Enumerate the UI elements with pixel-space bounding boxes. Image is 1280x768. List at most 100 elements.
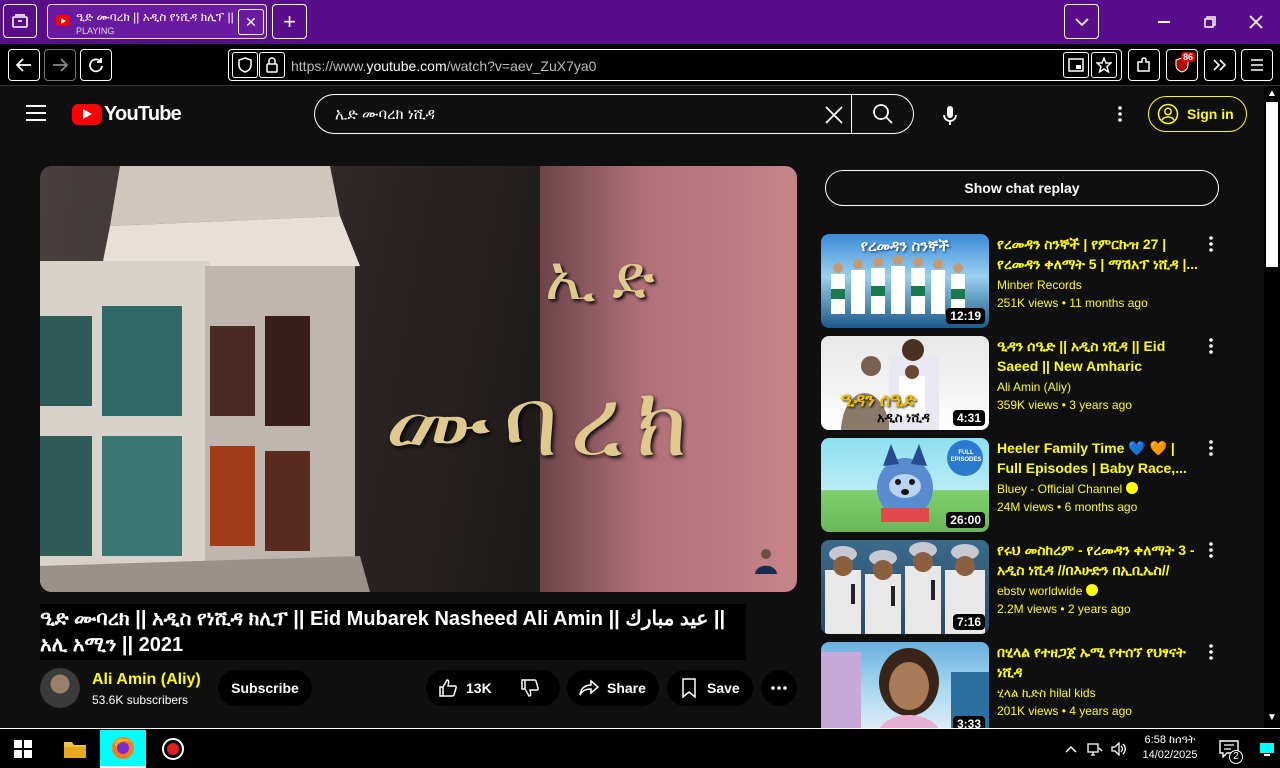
video-title[interactable]: የረመዳን ስንኞች | የምርኩዝ 27 | የረመዳን ቀለማት 5 | ማ…	[997, 234, 1201, 274]
dislike-button[interactable]	[516, 678, 540, 698]
action-menu-button[interactable]	[1203, 438, 1219, 458]
browser-nav-bar: https://www.youtube.com/watch?v=aev_ZuX7…	[0, 44, 1280, 86]
double-chevron-right-icon	[1213, 59, 1227, 71]
action-menu-button[interactable]	[1203, 540, 1219, 560]
video-thumbnail[interactable]: የረመዳን ስንኞች 12:19	[821, 234, 989, 328]
tab-youtube[interactable]: ዒድ ሙባረክ || አዲስ የነሺዳ ክሊፕ || Eid Mubarek N…	[47, 4, 267, 39]
app-menu-button[interactable]	[1241, 49, 1273, 81]
recommended-video[interactable]: 7:16 የሩህ መስከረም - የረመዳን ቀለማት 3 - አዲስ ነሺዳ …	[821, 540, 1251, 634]
taskbar-file-explorer[interactable]	[52, 730, 98, 768]
forward-button[interactable]	[44, 49, 76, 81]
overlay-text-line2: ሙባረክ	[385, 366, 700, 478]
network-status-icon[interactable]	[1084, 730, 1106, 768]
minimize-window-button[interactable]	[1141, 0, 1187, 44]
channel-name[interactable]: Ali Amin (Aliy)	[997, 380, 1071, 394]
channel-name[interactable]: ebstv worldwide	[997, 584, 1099, 598]
shield-icon	[238, 57, 252, 73]
restore-window-button[interactable]	[1187, 0, 1233, 44]
video-duration: 4:31	[952, 410, 985, 426]
sign-in-button[interactable]: Sign in	[1148, 96, 1247, 132]
channel-name[interactable]: Minber Records	[997, 278, 1082, 292]
recommended-video[interactable]: ዒዳን ሰዒድ አዲስ ነሺዳ 4:31 ዒዳን ሰዒድ || አዲስ ነሺዳ …	[821, 336, 1251, 430]
youtube-wordmark: YouTube	[104, 102, 182, 125]
channel-name[interactable]: Ali Amin (Aliy)	[92, 671, 201, 689]
channel-watermark[interactable]	[752, 546, 780, 574]
video-title[interactable]: የሩህ መስከረም - የረመዳን ቀለማት 3 - አዲስ ነሺዳ //በእሁ…	[997, 540, 1201, 580]
video-thumbnail[interactable]: FULL EPISODES 26:00	[821, 438, 989, 532]
notification-count: 2	[1229, 750, 1243, 764]
taskbar-recorder[interactable]	[150, 730, 196, 768]
close-tab-icon[interactable]: ✕	[238, 9, 264, 35]
show-desktop-button[interactable]	[1256, 730, 1278, 768]
video-title[interactable]: Heeler Family Time 💙 🧡 | Full Episodes |…	[997, 438, 1201, 478]
video-thumbnail[interactable]: ዒዳን ሰዒድ አዲስ ነሺዳ 4:31	[821, 336, 989, 430]
volume-icon[interactable]	[1108, 730, 1130, 768]
picture-in-picture-button[interactable]	[1063, 52, 1089, 78]
list-all-tabs-button[interactable]	[1064, 4, 1099, 39]
tab-list-icon	[12, 14, 28, 28]
video-title[interactable]: በሂላል የተዘጋጀ ኡሚ የተሰኘ የህፃናት ነሺዳ	[997, 642, 1201, 682]
folder-icon	[64, 742, 86, 758]
more-vertical-icon	[1118, 106, 1122, 122]
site-security-icon[interactable]	[259, 52, 285, 78]
windows-logo-icon	[14, 740, 32, 758]
action-menu-button[interactable]	[1203, 234, 1219, 254]
recommended-video[interactable]: የረመዳን ስንኞች 12:19 የረመዳን ስንኞች | የምርኩዝ 27 |…	[821, 234, 1251, 328]
start-button[interactable]	[0, 730, 46, 768]
thumb-caption: FULL EPISODES	[950, 450, 982, 463]
upload-age: 3 years ago	[1069, 398, 1132, 412]
save-button[interactable]: Save	[667, 670, 753, 706]
more-actions-button[interactable]	[761, 670, 797, 706]
clear-search-icon[interactable]	[822, 103, 846, 127]
more-vertical-icon	[1209, 338, 1213, 354]
video-player[interactable]: ኢድ ሙባረክ	[40, 166, 797, 592]
action-menu-button[interactable]	[1203, 336, 1219, 356]
close-window-button[interactable]	[1233, 0, 1279, 44]
back-button[interactable]	[8, 49, 40, 81]
tracking-protection-icon[interactable]	[232, 52, 258, 78]
taskbar-firefox[interactable]	[100, 730, 146, 768]
show-chat-replay-button[interactable]: Show chat replay	[825, 170, 1219, 206]
arrow-left-icon	[16, 58, 31, 72]
youtube-logo[interactable]: YouTube	[72, 102, 182, 125]
video-title[interactable]: ዒዳን ሰዒድ || አዲስ ነሺዳ || Eid Saeed || New A…	[997, 336, 1201, 376]
recommended-video[interactable]: 3:33 በሂላል የተዘጋጀ ኡሚ የተሰኘ የህፃናት ነሺዳ ሂላል ኪድ…	[821, 642, 1251, 728]
new-tab-button[interactable]: +	[272, 4, 307, 39]
channel-name[interactable]: Bluey - Official Channel	[997, 482, 1139, 496]
tab-list-button[interactable]	[3, 4, 37, 38]
search-input[interactable]: ኢድ ሙባረክ ነሺዳ	[314, 94, 852, 134]
action-menu-button[interactable]	[1203, 642, 1219, 662]
settings-menu-button[interactable]	[1110, 104, 1130, 124]
firefox-icon	[112, 737, 134, 759]
bookmark-icon	[682, 678, 696, 698]
address-bar[interactable]: https://www.youtube.com/watch?v=aev_ZuX7…	[228, 49, 1122, 81]
scroll-down-arrow-icon[interactable]: ▼	[1264, 712, 1280, 726]
channel-name[interactable]: ሂላል ኪድስ hilal kids	[997, 686, 1096, 701]
bookmark-star-button[interactable]	[1091, 52, 1117, 78]
voice-search-button[interactable]	[936, 102, 964, 130]
ublock-extension-button[interactable]: 86	[1166, 49, 1198, 81]
minimize-icon	[1158, 21, 1170, 23]
extensions-button[interactable]	[1128, 49, 1160, 81]
microphone-icon	[943, 106, 957, 125]
channel-avatar[interactable]	[40, 668, 80, 708]
show-hidden-icons-button[interactable]	[1060, 730, 1082, 768]
subscribe-button[interactable]: Subscribe	[218, 670, 312, 706]
share-button[interactable]: Share	[567, 670, 659, 706]
video-thumbnail[interactable]: 3:33	[821, 642, 989, 728]
url-path: /watch?v=aev_ZuX7ya0	[446, 58, 597, 74]
view-count: 359K views	[997, 398, 1059, 412]
taskbar-clock[interactable]: 6:58 ከሰዓት 14/02/2025	[1137, 733, 1203, 763]
overflow-menu-button[interactable]	[1204, 49, 1236, 81]
like-dislike-group: 13K	[426, 670, 560, 706]
scrollbar-thumb[interactable]	[1266, 102, 1278, 267]
notification-center-button[interactable]: 2	[1214, 730, 1244, 768]
guide-menu-icon[interactable]	[26, 105, 46, 121]
page-scrollbar[interactable]: ▲ ▼	[1264, 86, 1280, 728]
video-thumbnail[interactable]: 7:16	[821, 540, 989, 634]
scroll-up-arrow-icon[interactable]: ▲	[1264, 88, 1280, 102]
search-button[interactable]	[851, 94, 914, 134]
recommended-video[interactable]: FULL EPISODES 26:00 Heeler Family Time 💙…	[821, 438, 1251, 532]
reload-button[interactable]	[80, 49, 112, 81]
like-button[interactable]: 13K	[426, 678, 516, 698]
